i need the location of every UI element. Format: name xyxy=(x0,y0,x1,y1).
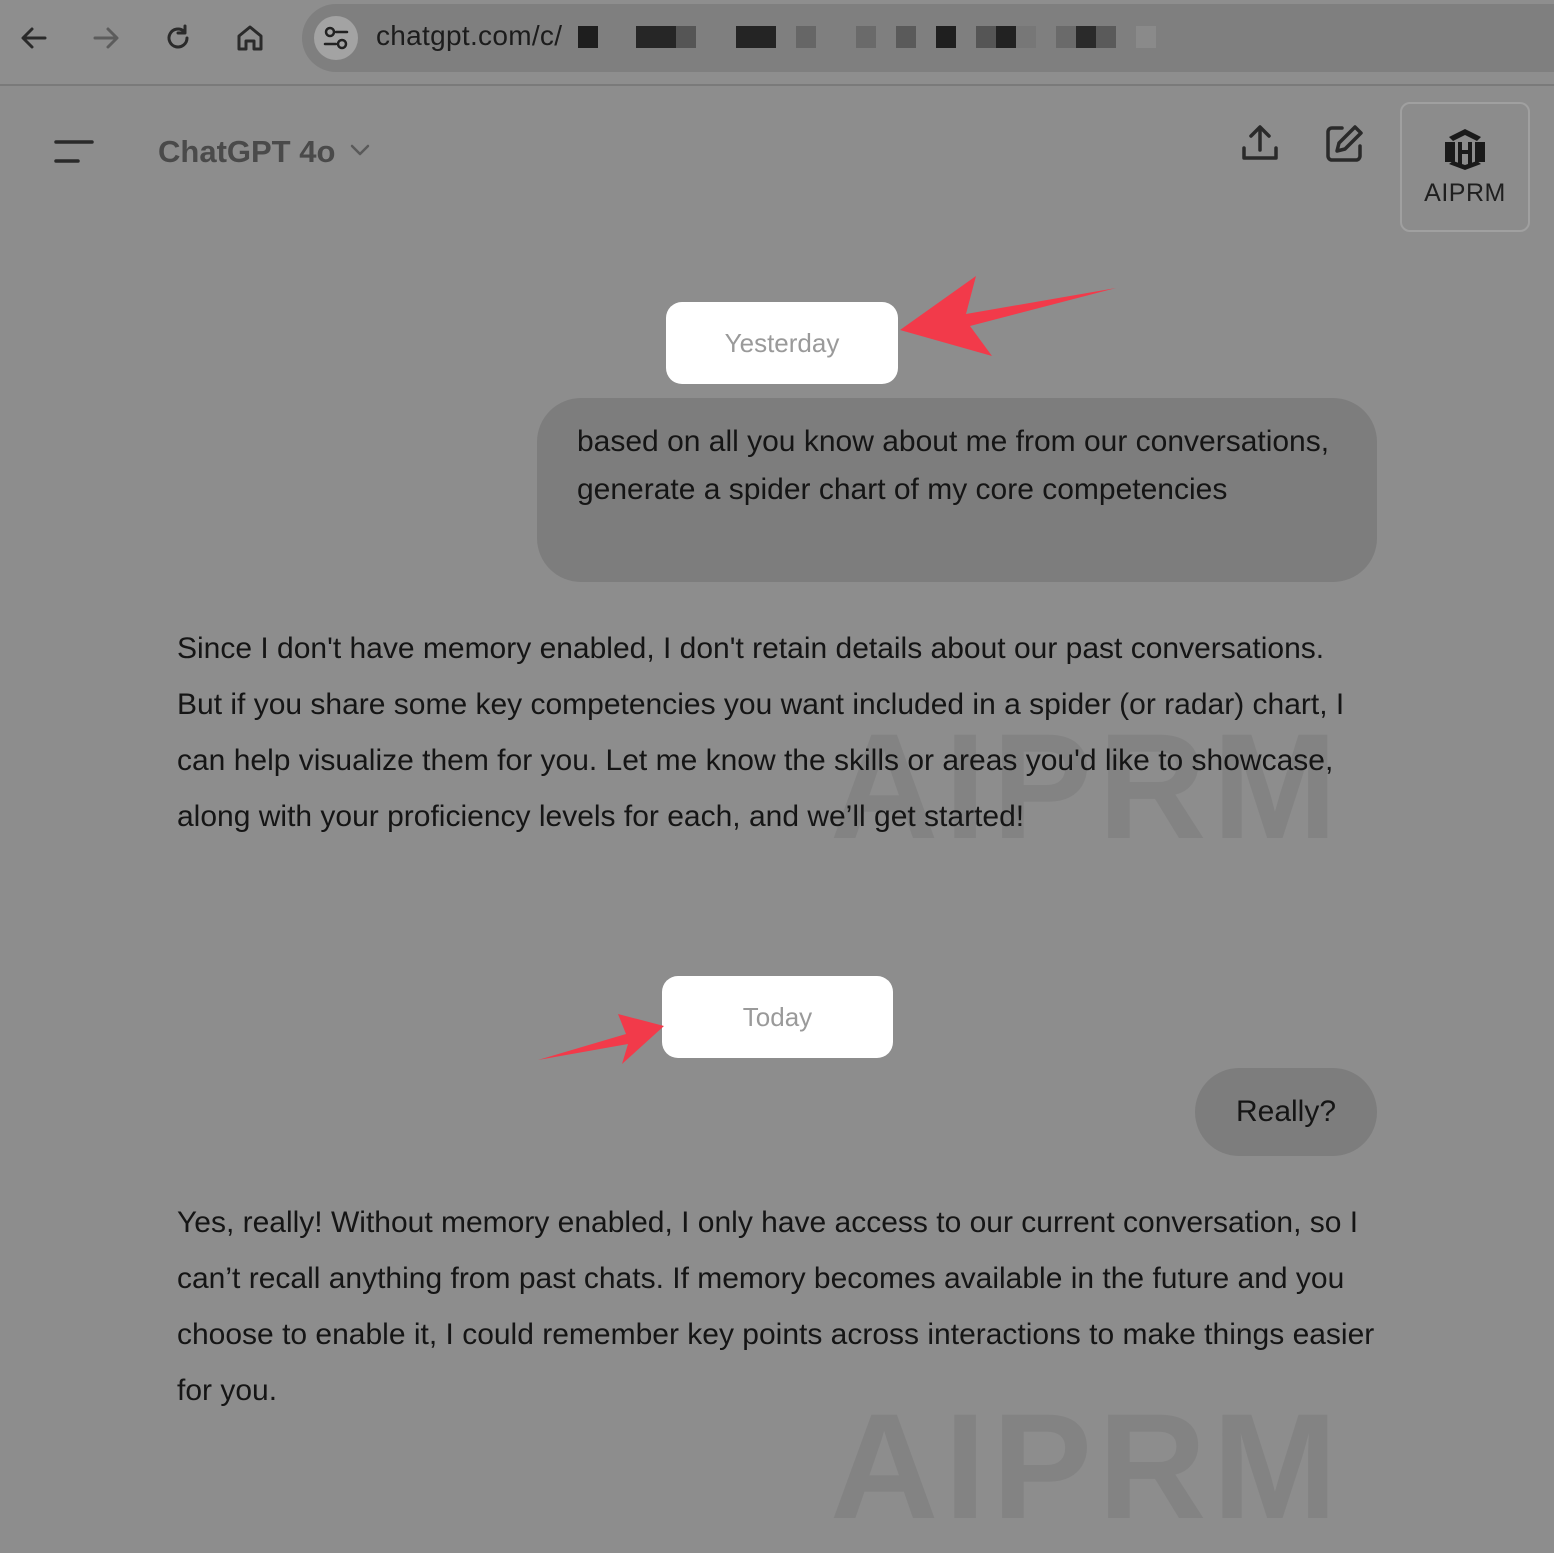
url-text: chatgpt.com/c/ xyxy=(376,20,563,51)
redacted-url-block xyxy=(976,26,996,48)
reload-icon[interactable] xyxy=(158,18,198,58)
model-name: ChatGPT 4o xyxy=(158,134,336,169)
share-upload-icon[interactable] xyxy=(1236,120,1284,168)
redacted-url-block xyxy=(1096,26,1116,48)
redacted-url-block xyxy=(736,26,776,48)
redacted-url-block xyxy=(1016,26,1036,48)
redacted-url-block xyxy=(796,26,816,48)
assistant-message: Yes, really! Without memory enabled, I o… xyxy=(177,1206,1375,1407)
user-message-bubble: based on all you know about me from our … xyxy=(537,398,1377,582)
date-pill-yesterday: Yesterday xyxy=(666,302,898,384)
model-selector[interactable]: ChatGPT 4o xyxy=(158,130,371,174)
redacted-url-block xyxy=(936,26,956,48)
redacted-url-block xyxy=(856,26,876,48)
address-bar[interactable]: chatgpt.com/c/ xyxy=(302,4,1554,72)
aiprm-logo-icon xyxy=(1441,126,1489,177)
annotation-arrow xyxy=(538,1014,664,1064)
annotation-arrow xyxy=(900,276,1116,356)
tune-icon[interactable] xyxy=(314,16,358,60)
sidebar-menu-icon[interactable] xyxy=(48,130,100,174)
redacted-url-block xyxy=(996,26,1016,48)
edit-pencil-icon[interactable] xyxy=(1320,120,1368,168)
back-icon[interactable] xyxy=(14,18,54,58)
redacted-url-block xyxy=(896,26,916,48)
redacted-url-block xyxy=(578,26,598,48)
assistant-message: Since I don't have memory enabled, I don… xyxy=(177,632,1345,833)
home-icon[interactable] xyxy=(230,18,270,58)
redacted-url-block xyxy=(676,26,696,48)
date-pill-today: Today xyxy=(662,976,893,1058)
aiprm-label: AIPRM xyxy=(1424,179,1506,207)
browser-toolbar: chatgpt.com/c/ xyxy=(0,0,1554,86)
redacted-url-block xyxy=(1076,26,1096,48)
forward-icon[interactable] xyxy=(86,18,126,58)
redacted-url-block xyxy=(1136,26,1156,48)
redacted-url-block xyxy=(1056,26,1076,48)
user-message-bubble: Really? xyxy=(1195,1068,1377,1156)
chevron-down-icon xyxy=(349,143,371,162)
aiprm-button[interactable]: AIPRM xyxy=(1400,102,1530,232)
redacted-url-block xyxy=(636,26,676,48)
